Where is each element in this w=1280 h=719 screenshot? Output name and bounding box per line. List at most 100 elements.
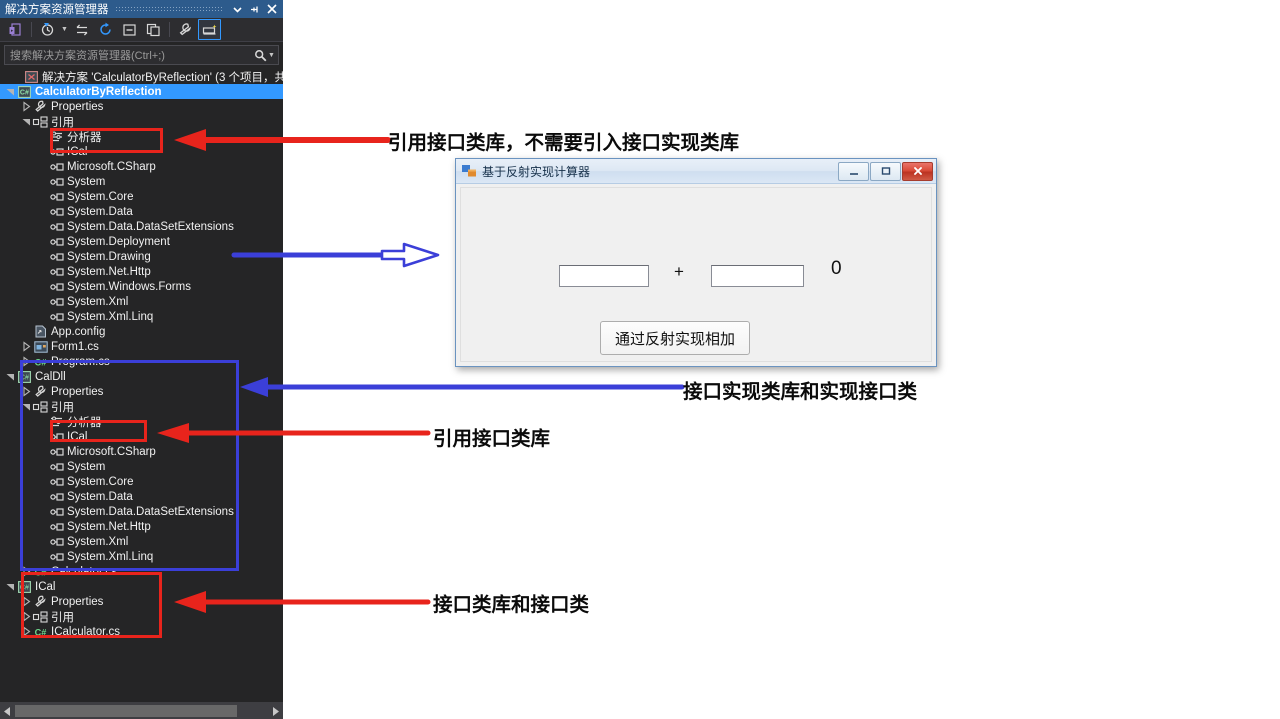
calculator-window-buttons <box>838 161 936 181</box>
form-icon <box>33 340 48 353</box>
tree-item-label: System.Data.DataSetExtensions <box>67 220 234 233</box>
winforms-app-icon <box>462 165 476 177</box>
tree-row-solution[interactable]: 解决方案 'CalculatorByReflection' (3 个项目，共 <box>0 69 283 84</box>
highlight-box-ical-reference-top <box>50 128 163 153</box>
tree-item-label: Properties <box>51 100 104 113</box>
solution-label: 解决方案 'CalculatorByReflection' (3 个项目，共 <box>42 71 283 84</box>
red-arrow-top <box>174 129 391 151</box>
blue-arrow-to-calculator <box>231 242 440 268</box>
reference-icon <box>49 252 64 262</box>
search-input[interactable]: 搜索解决方案资源管理器(Ctrl+;) <box>10 47 253 63</box>
tree-twisty-collapsed[interactable] <box>20 101 33 112</box>
tree-twisty-expanded[interactable] <box>4 582 17 591</box>
tree-twisty-expanded[interactable] <box>20 117 33 126</box>
highlight-box-caldll-project <box>20 360 239 571</box>
highlight-box-ical-project <box>21 572 162 638</box>
scroll-right-icon[interactable] <box>268 703 283 719</box>
calculator-titlebar[interactable]: 基于反射实现计算器 <box>456 159 936 184</box>
collapse-all-icon[interactable] <box>118 19 141 40</box>
show-all-files-icon[interactable] <box>142 19 165 40</box>
close-icon[interactable] <box>263 1 280 17</box>
annotation-label-3: 引用接口类库 <box>433 427 551 450</box>
tree-item-label: CalculatorByReflection <box>35 85 162 98</box>
tree-item-label: System.Deployment <box>67 235 170 248</box>
add-via-reflection-button[interactable]: 通过反射实现相加 <box>600 321 750 355</box>
annotation-label-4: 接口类库和接口类 <box>433 593 590 616</box>
tree-row[interactable]: System.Core <box>0 189 283 204</box>
window-dropdown-icon[interactable] <box>229 1 246 17</box>
search-box[interactable]: 搜索解决方案资源管理器(Ctrl+;) ▼ <box>4 45 279 65</box>
annotation-label-1: 引用接口类库，不需要引入接口实现类库 <box>388 131 740 154</box>
blue-arrow-caldll <box>240 377 685 397</box>
tree-row[interactable]: System.Data.DataSetExtensions <box>0 219 283 234</box>
reference-icon <box>49 237 64 247</box>
operator-label: + <box>674 262 684 281</box>
sync-icon[interactable] <box>70 19 93 40</box>
highlight-box-ical-reference-caldll <box>50 420 147 442</box>
reference-icon <box>49 162 64 172</box>
tree-twisty-expanded[interactable] <box>4 87 17 96</box>
calculator-window: 基于反射实现计算器 + 0 通过反射实现相加 <box>455 158 937 367</box>
tree-item-label: Microsoft.CSharp <box>67 160 156 173</box>
tree-item-label: Form1.cs <box>51 340 99 353</box>
tree-twisty-expanded[interactable] <box>4 372 17 381</box>
minimize-button[interactable] <box>838 161 869 181</box>
tree-row[interactable]: Microsoft.CSharp <box>0 159 283 174</box>
tree-row[interactable]: System.Data <box>0 204 283 219</box>
tree-row[interactable]: System <box>0 174 283 189</box>
scroll-left-icon[interactable] <box>0 703 15 719</box>
operand-a-input[interactable] <box>559 265 649 287</box>
pending-changes-icon[interactable] <box>36 19 59 40</box>
properties-wrench-icon[interactable] <box>174 19 197 40</box>
search-dropdown-icon[interactable]: ▼ <box>267 52 276 59</box>
panel-title: 解决方案资源管理器 <box>5 4 109 16</box>
config-icon <box>33 325 48 338</box>
tree-row[interactable]: System.Xml.Linq <box>0 309 283 324</box>
reference-icon <box>49 282 64 292</box>
references-icon <box>32 115 48 128</box>
solution-explorer-titlebar: 解决方案资源管理器 <box>0 0 283 18</box>
reference-icon <box>49 267 64 277</box>
reference-icon <box>49 192 64 202</box>
search-icon[interactable] <box>253 49 267 62</box>
pin-icon[interactable] <box>246 1 263 17</box>
refresh-icon[interactable] <box>94 19 117 40</box>
calculator-body: + 0 通过反射实现相加 <box>460 187 932 362</box>
red-arrow-ical-project <box>174 591 431 613</box>
tree-row[interactable]: App.config <box>0 324 283 339</box>
tree-item-label: System.Core <box>67 190 134 203</box>
tree-item-label: System.Windows.Forms <box>67 280 191 293</box>
reference-icon <box>49 312 64 322</box>
calculator-title: 基于反射实现计算器 <box>482 164 591 179</box>
tree-row[interactable]: Form1.cs <box>0 339 283 354</box>
tree-twisty-collapsed[interactable] <box>20 341 33 352</box>
red-arrow-caldll-ical <box>157 423 431 443</box>
reference-icon <box>49 207 64 217</box>
tree-item-label: System.Data <box>67 205 133 218</box>
tree-item-label: System.Xml.Linq <box>67 310 154 323</box>
csharp-project-icon: C# <box>17 85 32 98</box>
tree-row[interactable]: System.Windows.Forms <box>0 279 283 294</box>
toolbar-separator-2 <box>169 22 170 37</box>
home-icon[interactable] <box>4 19 27 40</box>
tree-row[interactable]: Properties <box>0 99 283 114</box>
reference-icon <box>49 297 64 307</box>
maximize-button[interactable] <box>870 161 901 181</box>
toolbar-separator <box>31 22 32 37</box>
wrench-icon <box>33 100 48 113</box>
scrollbar-track[interactable] <box>15 703 268 719</box>
preview-selected-items-icon[interactable] <box>198 19 221 40</box>
tree-row[interactable]: System.Xml <box>0 294 283 309</box>
operand-b-input[interactable] <box>711 265 804 287</box>
toolbar-dropdown-icon[interactable]: ▼ <box>60 26 69 33</box>
tree-row[interactable]: C# CalculatorByReflection <box>0 84 283 99</box>
result-label: 0 <box>831 258 842 279</box>
tree-item-label: System.Net.Http <box>67 265 151 278</box>
scrollbar-thumb[interactable] <box>15 705 237 717</box>
close-button[interactable] <box>902 161 933 181</box>
annotation-label-2: 接口实现类库和实现接口类 <box>683 380 918 403</box>
horizontal-scrollbar[interactable] <box>0 702 283 719</box>
tree-item-label: System <box>67 175 106 188</box>
tree-item-label: System.Xml <box>67 295 129 308</box>
svg-text:C#: C# <box>20 89 29 96</box>
